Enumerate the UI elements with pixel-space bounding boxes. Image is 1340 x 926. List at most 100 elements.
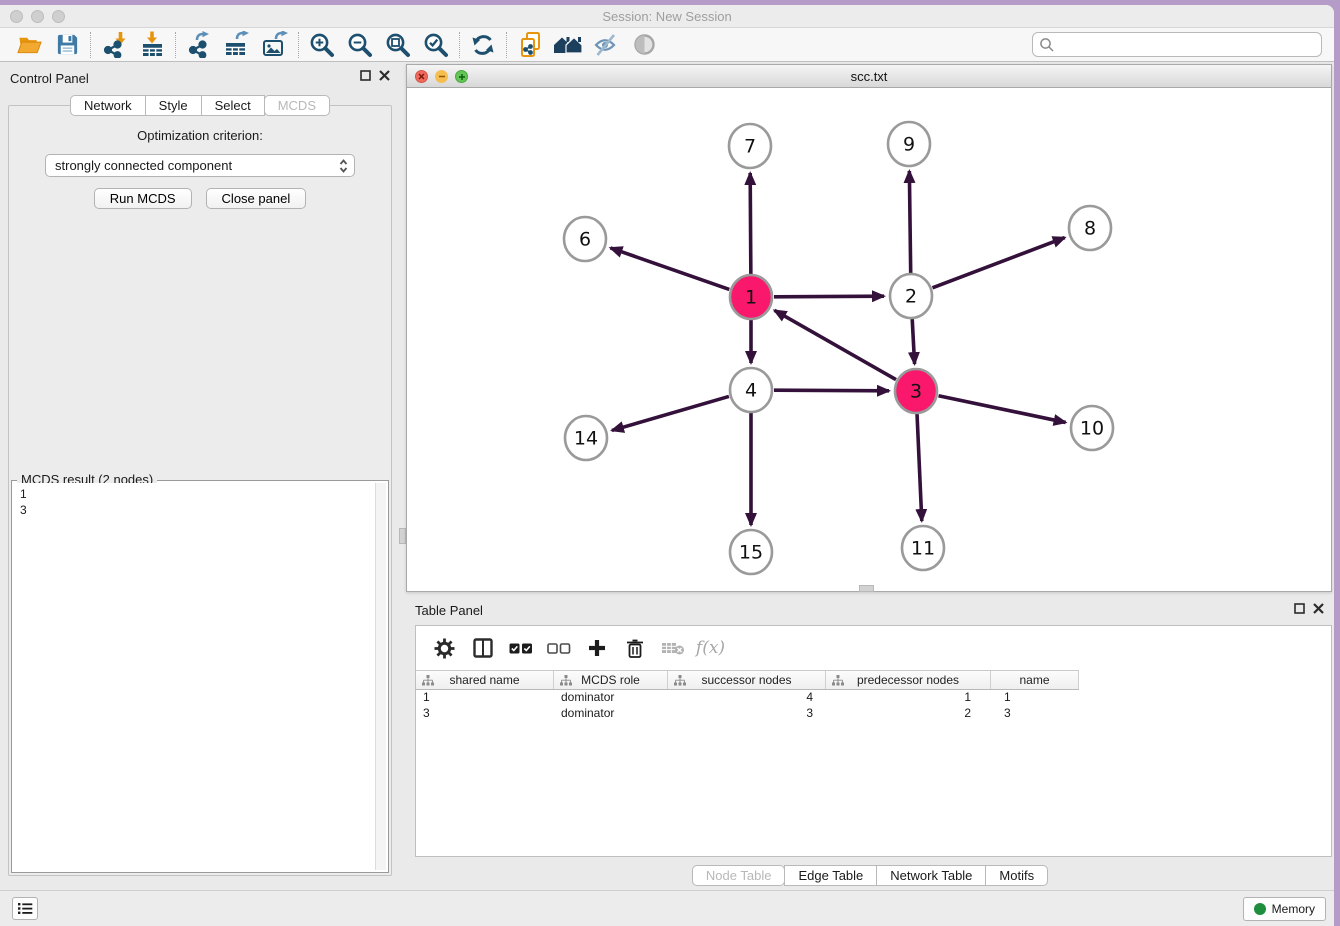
first-neighbors-button[interactable] bbox=[549, 30, 587, 60]
network-canvas[interactable]: 1 2 3 4 6 7 8 9 10 11 14 15 bbox=[407, 88, 1331, 591]
tab-network[interactable]: Network bbox=[70, 95, 146, 116]
edge-4-14[interactable] bbox=[612, 396, 729, 430]
select-all-button[interactable] bbox=[506, 633, 535, 663]
network-maximize-button[interactable] bbox=[455, 70, 468, 83]
delete-row-button[interactable] bbox=[620, 633, 649, 663]
tab-motifs[interactable]: Motifs bbox=[985, 865, 1048, 886]
result-scrollbar[interactable] bbox=[375, 483, 386, 870]
node-3[interactable]: 3 bbox=[895, 369, 937, 413]
node-8[interactable]: 8 bbox=[1069, 206, 1111, 250]
import-network-button[interactable] bbox=[95, 30, 133, 60]
delete-table-button[interactable] bbox=[658, 633, 687, 663]
table-cell[interactable]: 4 bbox=[668, 690, 826, 706]
close-panel-button[interactable]: Close panel bbox=[206, 188, 307, 209]
tab-network-table[interactable]: Network Table bbox=[876, 865, 986, 886]
node-15[interactable]: 15 bbox=[730, 530, 772, 574]
edge-4-3[interactable] bbox=[774, 390, 889, 391]
search-input[interactable] bbox=[1059, 35, 1321, 55]
node-9[interactable]: 9 bbox=[888, 122, 930, 166]
column-header-successor-nodes[interactable]: successor nodes bbox=[668, 671, 826, 689]
clone-network-button[interactable] bbox=[511, 30, 549, 60]
edge-3-10[interactable] bbox=[939, 396, 1066, 423]
import-table-button[interactable] bbox=[133, 30, 171, 60]
edge-1-2[interactable] bbox=[774, 296, 884, 297]
network-minimize-button[interactable] bbox=[435, 70, 448, 83]
mcds-result-text[interactable]: 1 3 bbox=[14, 483, 386, 870]
column-header-predecessor-nodes[interactable]: predecessor nodes bbox=[826, 671, 991, 689]
zoom-selected-button[interactable] bbox=[417, 30, 455, 60]
minimize-window-button[interactable] bbox=[31, 10, 44, 23]
task-history-button[interactable] bbox=[12, 897, 38, 920]
node-label: 7 bbox=[744, 136, 756, 158]
function-builder-button[interactable]: f(x) bbox=[696, 633, 725, 663]
table-cell[interactable]: 3 bbox=[991, 706, 1079, 722]
zoom-fit-button[interactable] bbox=[379, 30, 417, 60]
network-graph[interactable]: 1 2 3 4 6 7 8 9 10 11 14 15 bbox=[407, 88, 1331, 591]
edge-3-1[interactable] bbox=[774, 310, 896, 379]
node-7[interactable]: 7 bbox=[729, 124, 771, 168]
memory-label: Memory bbox=[1272, 902, 1315, 916]
open-session-button[interactable] bbox=[10, 30, 48, 60]
close-panel-icon[interactable] bbox=[1313, 603, 1324, 614]
node-4[interactable]: 4 bbox=[730, 368, 772, 412]
column-header-name[interactable]: name bbox=[991, 671, 1079, 689]
edge-2-9[interactable] bbox=[909, 171, 910, 273]
export-image-button[interactable] bbox=[256, 30, 294, 60]
table-settings-button[interactable] bbox=[430, 633, 459, 663]
criterion-dropdown[interactable]: strongly connected component bbox=[45, 154, 355, 177]
close-panel-icon[interactable] bbox=[379, 70, 390, 81]
column-header-shared-name[interactable]: shared name bbox=[416, 671, 554, 689]
add-row-button[interactable] bbox=[582, 633, 611, 663]
edge-2-3[interactable] bbox=[912, 319, 914, 364]
table-cell[interactable]: 1 bbox=[826, 690, 991, 706]
deselect-all-button[interactable] bbox=[544, 633, 573, 663]
export-network-button[interactable] bbox=[180, 30, 218, 60]
edge-1-7[interactable] bbox=[750, 173, 751, 274]
edge-3-11[interactable] bbox=[917, 414, 922, 521]
table-cell[interactable]: 1 bbox=[416, 690, 554, 706]
vertical-splitter-handle[interactable] bbox=[399, 528, 406, 544]
node-1[interactable]: 1 bbox=[730, 275, 772, 319]
tab-mcds[interactable]: MCDS bbox=[264, 95, 330, 116]
table-cell[interactable]: 1 bbox=[991, 690, 1079, 706]
search-field[interactable] bbox=[1032, 32, 1322, 57]
edge-1-6[interactable] bbox=[610, 248, 729, 290]
float-panel-icon[interactable] bbox=[1294, 603, 1305, 614]
show-column-button[interactable] bbox=[468, 633, 497, 663]
horizontal-splitter-handle[interactable] bbox=[859, 585, 874, 592]
table-row[interactable]: 3dominator323 bbox=[416, 706, 1331, 722]
show-all-button[interactable] bbox=[625, 30, 663, 60]
refresh-view-button[interactable] bbox=[464, 30, 502, 60]
table-row[interactable]: 1dominator411 bbox=[416, 690, 1331, 706]
tab-node-table[interactable]: Node Table bbox=[692, 865, 786, 886]
edge-2-8[interactable] bbox=[933, 238, 1065, 288]
node-11[interactable]: 11 bbox=[902, 526, 944, 570]
network-close-button[interactable] bbox=[415, 70, 428, 83]
table-cell[interactable]: 3 bbox=[668, 706, 826, 722]
tab-style[interactable]: Style bbox=[145, 95, 202, 116]
main-region: Control Panel Network Style Select MCDS bbox=[0, 62, 1334, 890]
node-2[interactable]: 2 bbox=[890, 274, 932, 318]
zoom-out-button[interactable] bbox=[341, 30, 379, 60]
hide-selected-button[interactable] bbox=[587, 30, 625, 60]
node-14[interactable]: 14 bbox=[565, 416, 607, 460]
table-panel-title: Table Panel bbox=[415, 603, 483, 618]
float-panel-icon[interactable] bbox=[360, 70, 371, 81]
run-mcds-button[interactable]: Run MCDS bbox=[94, 188, 192, 209]
maximize-window-button[interactable] bbox=[52, 10, 65, 23]
save-session-button[interactable] bbox=[48, 30, 86, 60]
node-10[interactable]: 10 bbox=[1071, 406, 1113, 450]
zoom-in-button[interactable] bbox=[303, 30, 341, 60]
table-cell[interactable]: dominator bbox=[554, 706, 668, 722]
node-label: 9 bbox=[903, 134, 915, 156]
tab-select[interactable]: Select bbox=[201, 95, 265, 116]
table-cell[interactable]: 3 bbox=[416, 706, 554, 722]
column-header-mcds-role[interactable]: MCDS role bbox=[554, 671, 668, 689]
table-cell[interactable]: 2 bbox=[826, 706, 991, 722]
table-cell[interactable]: dominator bbox=[554, 690, 668, 706]
close-window-button[interactable] bbox=[10, 10, 23, 23]
export-table-button[interactable] bbox=[218, 30, 256, 60]
tab-edge-table[interactable]: Edge Table bbox=[784, 865, 877, 886]
node-6[interactable]: 6 bbox=[564, 217, 606, 261]
memory-button[interactable]: Memory bbox=[1243, 897, 1326, 921]
